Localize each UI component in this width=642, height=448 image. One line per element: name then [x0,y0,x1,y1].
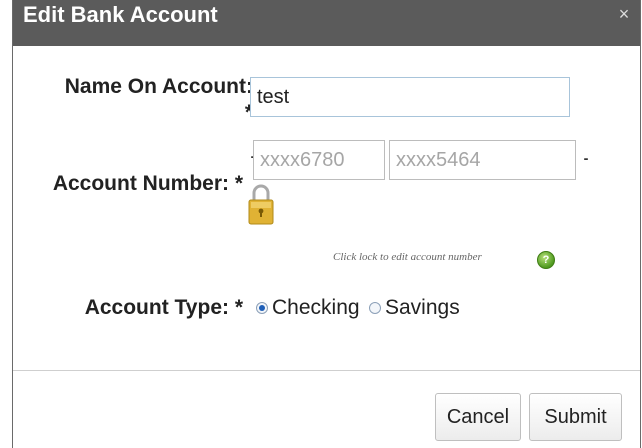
edit-bank-account-dialog: Edit Bank Account × Name On Account: * t… [12,0,641,448]
help-icon[interactable]: ? [537,251,555,269]
name-on-account-input[interactable]: test [250,77,570,117]
checking-label[interactable]: Checking [272,296,360,320]
padlock-icon[interactable] [245,178,277,228]
cancel-button[interactable]: Cancel [435,393,521,441]
dialog-titlebar[interactable]: Edit Bank Account × [13,0,640,46]
account-type-savings-option[interactable]: Savings [369,296,460,320]
input-marker-icon: ⁃ [583,152,589,166]
account-number-label: Account Number: * [52,172,243,195]
footer-divider [13,370,640,371]
checking-radio[interactable] [256,302,268,314]
account-type-checking-option[interactable]: Checking [256,296,360,320]
account-type-label: Account Type: * [84,296,243,319]
name-on-account-label-text: Name On Account: [64,75,253,98]
savings-label[interactable]: Savings [385,296,460,320]
submit-button[interactable]: Submit [529,393,622,441]
close-icon[interactable]: × [616,5,632,23]
savings-radio[interactable] [369,302,381,314]
lock-hint-text: Click lock to edit account number [333,251,482,263]
account-number-part1-input[interactable]: xxxx6780 [253,140,385,180]
name-on-account-label: Name On Account: * [41,74,253,126]
account-number-part2-input[interactable]: xxxx5464 [389,140,576,180]
dialog-title: Edit Bank Account [23,2,218,27]
